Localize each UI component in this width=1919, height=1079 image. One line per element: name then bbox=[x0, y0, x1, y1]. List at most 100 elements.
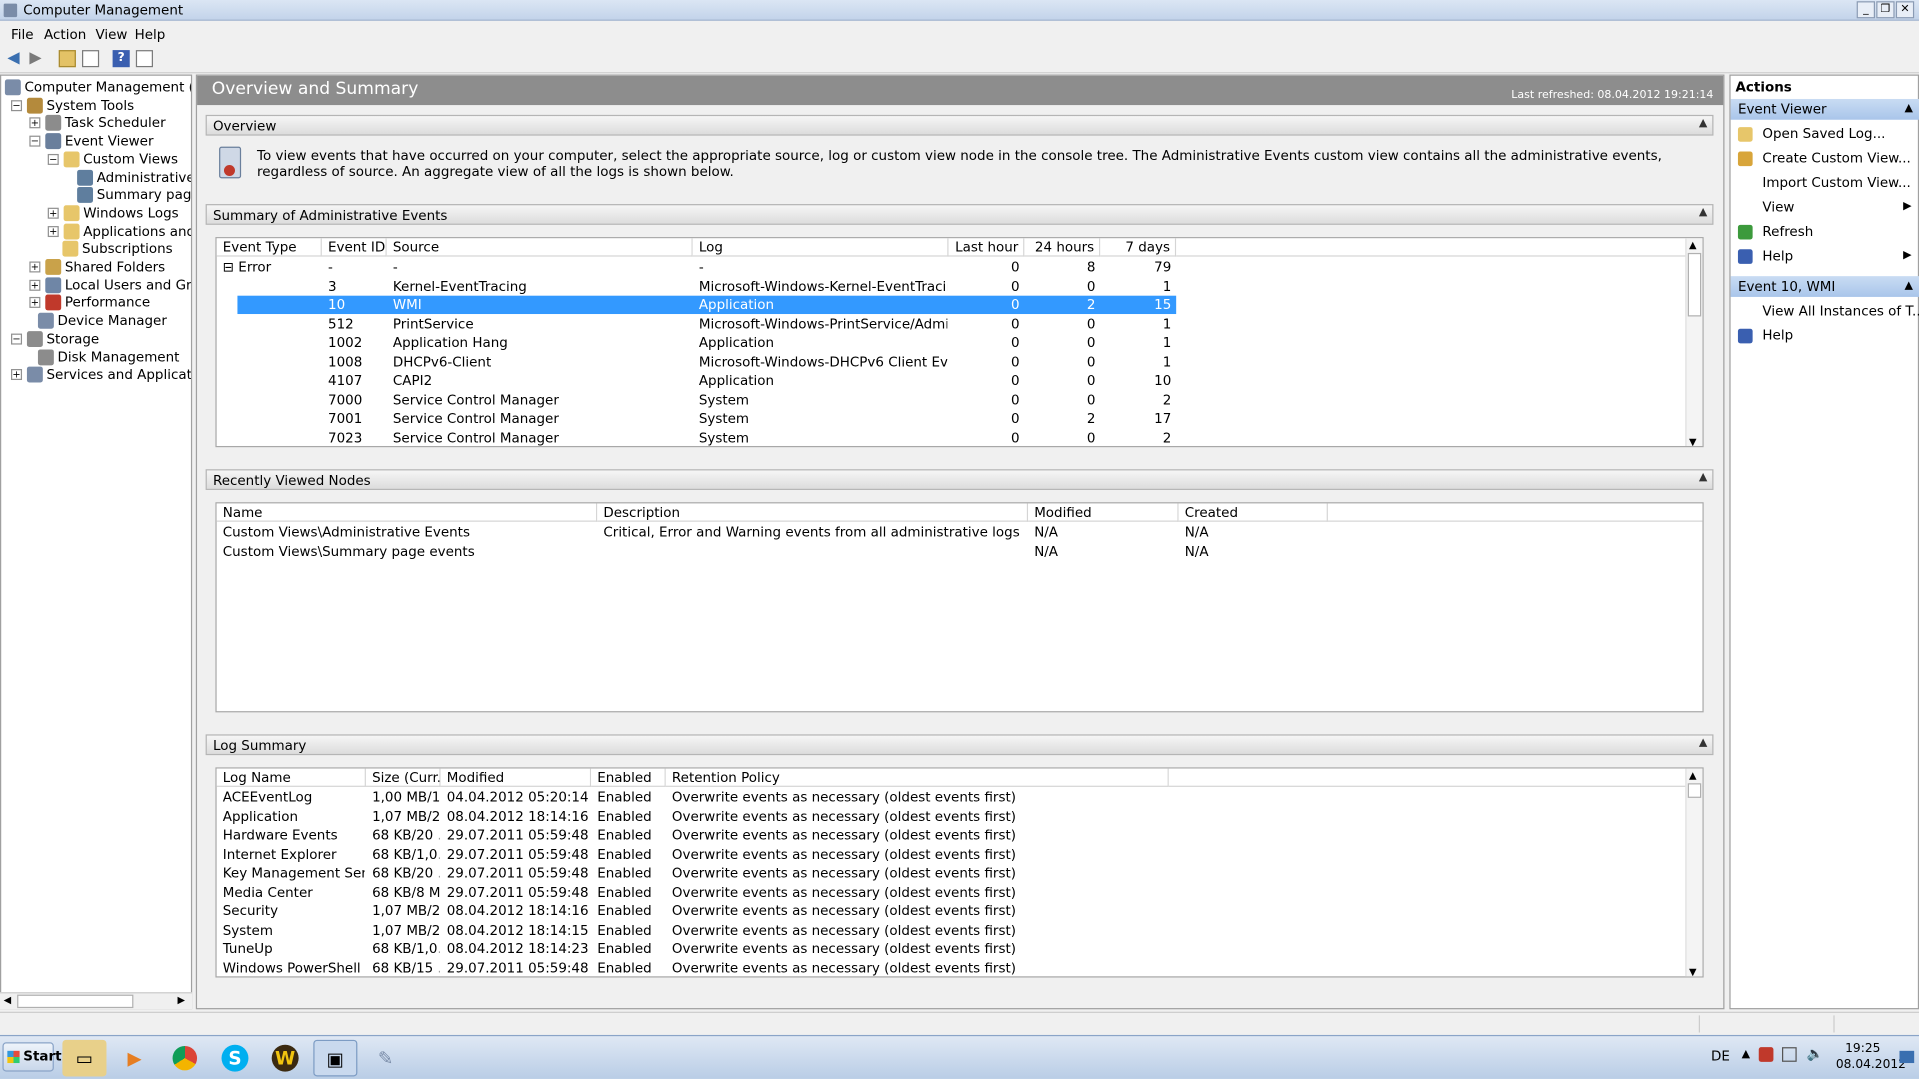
column-header[interactable]: Event ID bbox=[321, 238, 387, 257]
network-icon[interactable] bbox=[1781, 1047, 1797, 1062]
vertical-scrollbar[interactable]: ▲ ▼ bbox=[1685, 768, 1703, 977]
scroll-up-icon[interactable]: ▲ bbox=[1689, 239, 1697, 250]
column-header[interactable]: Modified bbox=[440, 768, 592, 787]
tree-item[interactable]: + Windows Logs bbox=[1, 204, 191, 222]
collapse-icon[interactable]: ▲ bbox=[1904, 99, 1912, 120]
up-folder-icon[interactable] bbox=[58, 50, 76, 68]
column-header[interactable]: Description bbox=[597, 503, 1029, 522]
menu-file[interactable]: File bbox=[11, 27, 34, 43]
action-item[interactable]: Help bbox=[1762, 326, 1793, 344]
expand-icon[interactable]: + bbox=[47, 207, 59, 219]
show-hide-tree-icon[interactable] bbox=[82, 50, 100, 68]
scroll-thumb[interactable] bbox=[1687, 252, 1702, 317]
column-header[interactable]: Log bbox=[692, 238, 949, 257]
action-item[interactable]: View bbox=[1762, 198, 1794, 216]
actions-group-header[interactable]: Event 10, WMI ▲ bbox=[1730, 276, 1919, 297]
table-row[interactable]: Windows PowerShell 68 KB/15 ... 29.07.2011… bbox=[217, 959, 1686, 977]
show-desktop-button[interactable] bbox=[1899, 1050, 1915, 1064]
table-row[interactable]: 7001 Service Control Manager System 0 2 17 bbox=[217, 409, 1686, 427]
tree-item[interactable]: − Storage bbox=[1, 330, 191, 348]
table-row[interactable]: Custom Views\Administrative Events Critic… bbox=[217, 523, 1686, 541]
help-icon[interactable]: ? bbox=[112, 50, 130, 68]
tree-item[interactable]: − Event Viewer bbox=[1, 132, 191, 150]
tree-item[interactable]: + Applications and Se bbox=[1, 222, 191, 240]
column-header[interactable]: 24 hours bbox=[1024, 238, 1101, 257]
tree-item[interactable]: + Task Scheduler bbox=[1, 114, 191, 132]
clock[interactable]: 19:25 08.04.2012 bbox=[1836, 1041, 1906, 1073]
actions-group-header[interactable]: Event Viewer ▲ bbox=[1730, 98, 1919, 120]
show-hidden-icons-icon[interactable]: ▲ bbox=[1742, 1048, 1750, 1060]
action-item[interactable]: Create Custom View... bbox=[1762, 149, 1910, 167]
expand-icon[interactable]: + bbox=[11, 369, 23, 381]
collapse-icon[interactable]: ▲ bbox=[1699, 472, 1707, 484]
column-header[interactable]: Modified bbox=[1028, 503, 1179, 522]
column-header[interactable]: Enabled bbox=[591, 768, 666, 787]
collapse-icon[interactable]: ▲ bbox=[1904, 276, 1912, 297]
log-summary-section-header[interactable]: Log Summary ▲ bbox=[205, 734, 1714, 756]
action-item[interactable]: Refresh bbox=[1762, 222, 1813, 240]
column-header[interactable]: Last hour bbox=[948, 238, 1025, 257]
table-row[interactable]: 4107 CAPI2 Application 0 0 10 bbox=[217, 371, 1686, 389]
tuneup-icon[interactable]: ✎ bbox=[363, 1040, 407, 1077]
tree-item[interactable]: Computer Management (Local bbox=[1, 78, 191, 96]
table-row[interactable]: Key Management Service 68 KB/20 ... 29.07.… bbox=[217, 864, 1686, 882]
tree-item[interactable]: Disk Management bbox=[1, 348, 191, 366]
expand-icon[interactable]: + bbox=[29, 261, 41, 273]
table-row[interactable]: 512 PrintService Microsoft-Windows-PrintSe… bbox=[217, 315, 1686, 333]
scroll-right-icon[interactable]: ▶ bbox=[177, 995, 185, 1006]
forward-icon[interactable]: ▶ bbox=[27, 49, 44, 67]
column-header[interactable]: Name bbox=[216, 503, 598, 522]
table-row[interactable]: ⊟ Error - - - 0 8 79 bbox=[217, 258, 1686, 276]
overview-section-header[interactable]: Overview ▲ bbox=[205, 114, 1714, 136]
computer-management-task-icon[interactable]: ▣ bbox=[313, 1039, 358, 1077]
tree-item[interactable]: Subscriptions bbox=[1, 240, 191, 258]
column-header[interactable]: Size (Curr... bbox=[365, 768, 441, 787]
table-row[interactable]: Security 1,07 MB/2... 08.04.2012 18:14:16 E… bbox=[217, 902, 1686, 920]
collapse-icon[interactable]: ▲ bbox=[1699, 117, 1707, 129]
explorer-icon[interactable]: ▭ bbox=[62, 1039, 107, 1077]
menu-view[interactable]: View bbox=[95, 27, 127, 43]
volume-icon[interactable]: 🔈 bbox=[1806, 1046, 1823, 1062]
table-row[interactable]: Internet Explorer 68 KB/1,0... 29.07.2011 … bbox=[217, 845, 1686, 863]
table-row[interactable]: 1008 DHCPv6-Client Microsoft-Windows-DHCPv… bbox=[217, 353, 1686, 371]
tree-item[interactable]: + Services and Applications bbox=[1, 366, 191, 384]
column-header[interactable]: Event Type bbox=[216, 238, 322, 257]
show-hide-action-pane-icon[interactable] bbox=[135, 50, 153, 68]
column-header[interactable]: 7 days bbox=[1100, 238, 1177, 257]
collapse-icon[interactable]: ▲ bbox=[1699, 207, 1707, 219]
language-indicator[interactable]: DE bbox=[1711, 1048, 1730, 1064]
media-player-icon[interactable]: ▶ bbox=[113, 1040, 157, 1077]
scroll-left-icon[interactable]: ◀ bbox=[4, 995, 12, 1006]
collapse-icon[interactable]: − bbox=[29, 135, 41, 147]
tree-item[interactable]: Administrative E bbox=[1, 168, 191, 186]
column-header[interactable]: Created bbox=[1178, 503, 1328, 522]
tray-alert-icon[interactable] bbox=[1758, 1047, 1774, 1062]
column-header[interactable]: Log Name bbox=[216, 768, 366, 787]
table-row[interactable]: 10 WMI Application 0 2 15 bbox=[217, 296, 1686, 314]
tree-item[interactable]: − Custom Views bbox=[1, 150, 191, 168]
menu-action[interactable]: Action bbox=[44, 27, 86, 43]
collapse-icon[interactable]: − bbox=[47, 153, 59, 165]
tree-item[interactable]: Device Manager bbox=[1, 312, 191, 330]
vertical-scrollbar[interactable]: ▲ ▼ bbox=[1685, 238, 1703, 446]
summary-section-header[interactable]: Summary of Administrative Events ▲ bbox=[205, 204, 1714, 225]
menu-help[interactable]: Help bbox=[135, 27, 166, 43]
collapse-icon[interactable]: − bbox=[11, 99, 23, 111]
scroll-thumb[interactable] bbox=[1687, 783, 1702, 798]
table-row[interactable]: ACEEventLog 1,00 MB/1... 04.04.2012 05:20:… bbox=[217, 788, 1686, 806]
minimize-button[interactable]: _ bbox=[1856, 1, 1876, 19]
table-row[interactable]: TuneUp 68 KB/1,0... 08.04.2012 18:14:23 Ena… bbox=[217, 940, 1686, 958]
table-row[interactable]: Custom Views\Summary page events N/A N/A bbox=[217, 542, 1686, 560]
column-header[interactable]: Source bbox=[386, 238, 693, 257]
table-row[interactable]: Application 1,07 MB/2... 08.04.2012 18:14:… bbox=[217, 807, 1686, 825]
scroll-up-icon[interactable]: ▲ bbox=[1689, 770, 1697, 781]
tree-item[interactable]: Summary page e bbox=[1, 186, 191, 204]
tree-horizontal-scrollbar[interactable]: ◀ ▶ bbox=[0, 992, 193, 1010]
chrome-icon[interactable] bbox=[163, 1040, 207, 1077]
table-row[interactable]: Hardware Events 68 KB/20 ... 29.07.2011 05… bbox=[217, 826, 1686, 844]
collapse-icon[interactable]: ▲ bbox=[1699, 737, 1707, 749]
start-button[interactable]: Start bbox=[2, 1042, 62, 1072]
tree-item[interactable]: − System Tools bbox=[1, 96, 191, 114]
action-item[interactable]: Open Saved Log... bbox=[1762, 125, 1885, 143]
skype-icon[interactable]: S bbox=[213, 1040, 257, 1077]
